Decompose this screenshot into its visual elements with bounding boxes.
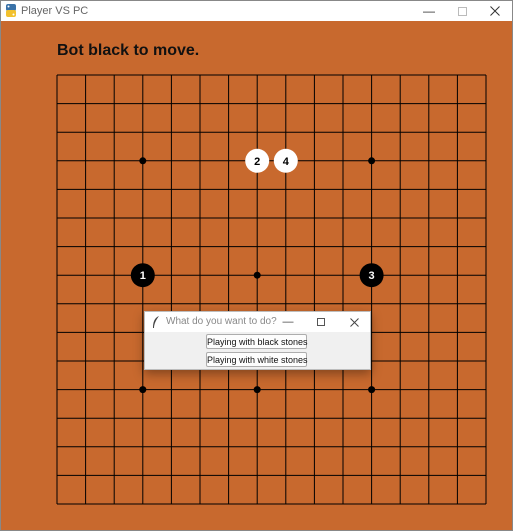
star-point (368, 386, 376, 394)
maximize-icon (317, 318, 325, 326)
stone-number: 3 (369, 270, 375, 282)
play-black-button[interactable]: Playing with black stones (206, 334, 308, 349)
dialog-title: What do you want to do? (166, 316, 277, 327)
feather-icon (153, 316, 159, 328)
choice-dialog: What do you want to do? — Playing with b… (144, 311, 371, 370)
dialog-close-button[interactable] (342, 314, 366, 330)
go-board[interactable]: 1 2 3 4 (1, 1, 513, 532)
star-point (139, 157, 147, 165)
star-point (253, 386, 261, 394)
star-point (253, 271, 261, 279)
close-icon (349, 318, 359, 327)
main-window: Player VS PC — Bot black to move. 1234 W… (0, 0, 513, 531)
dialog-minimize-button[interactable]: — (276, 314, 300, 330)
star-point (139, 386, 147, 394)
stone-number: 1 (140, 270, 146, 282)
stone-number: 4 (283, 156, 290, 168)
play-white-button[interactable]: Playing with white stones (206, 352, 308, 367)
dialog-title-bar[interactable]: What do you want to do? — (145, 312, 370, 332)
star-point (368, 157, 376, 165)
stone-number: 2 (254, 156, 260, 168)
dialog-maximize-button[interactable] (309, 314, 333, 330)
